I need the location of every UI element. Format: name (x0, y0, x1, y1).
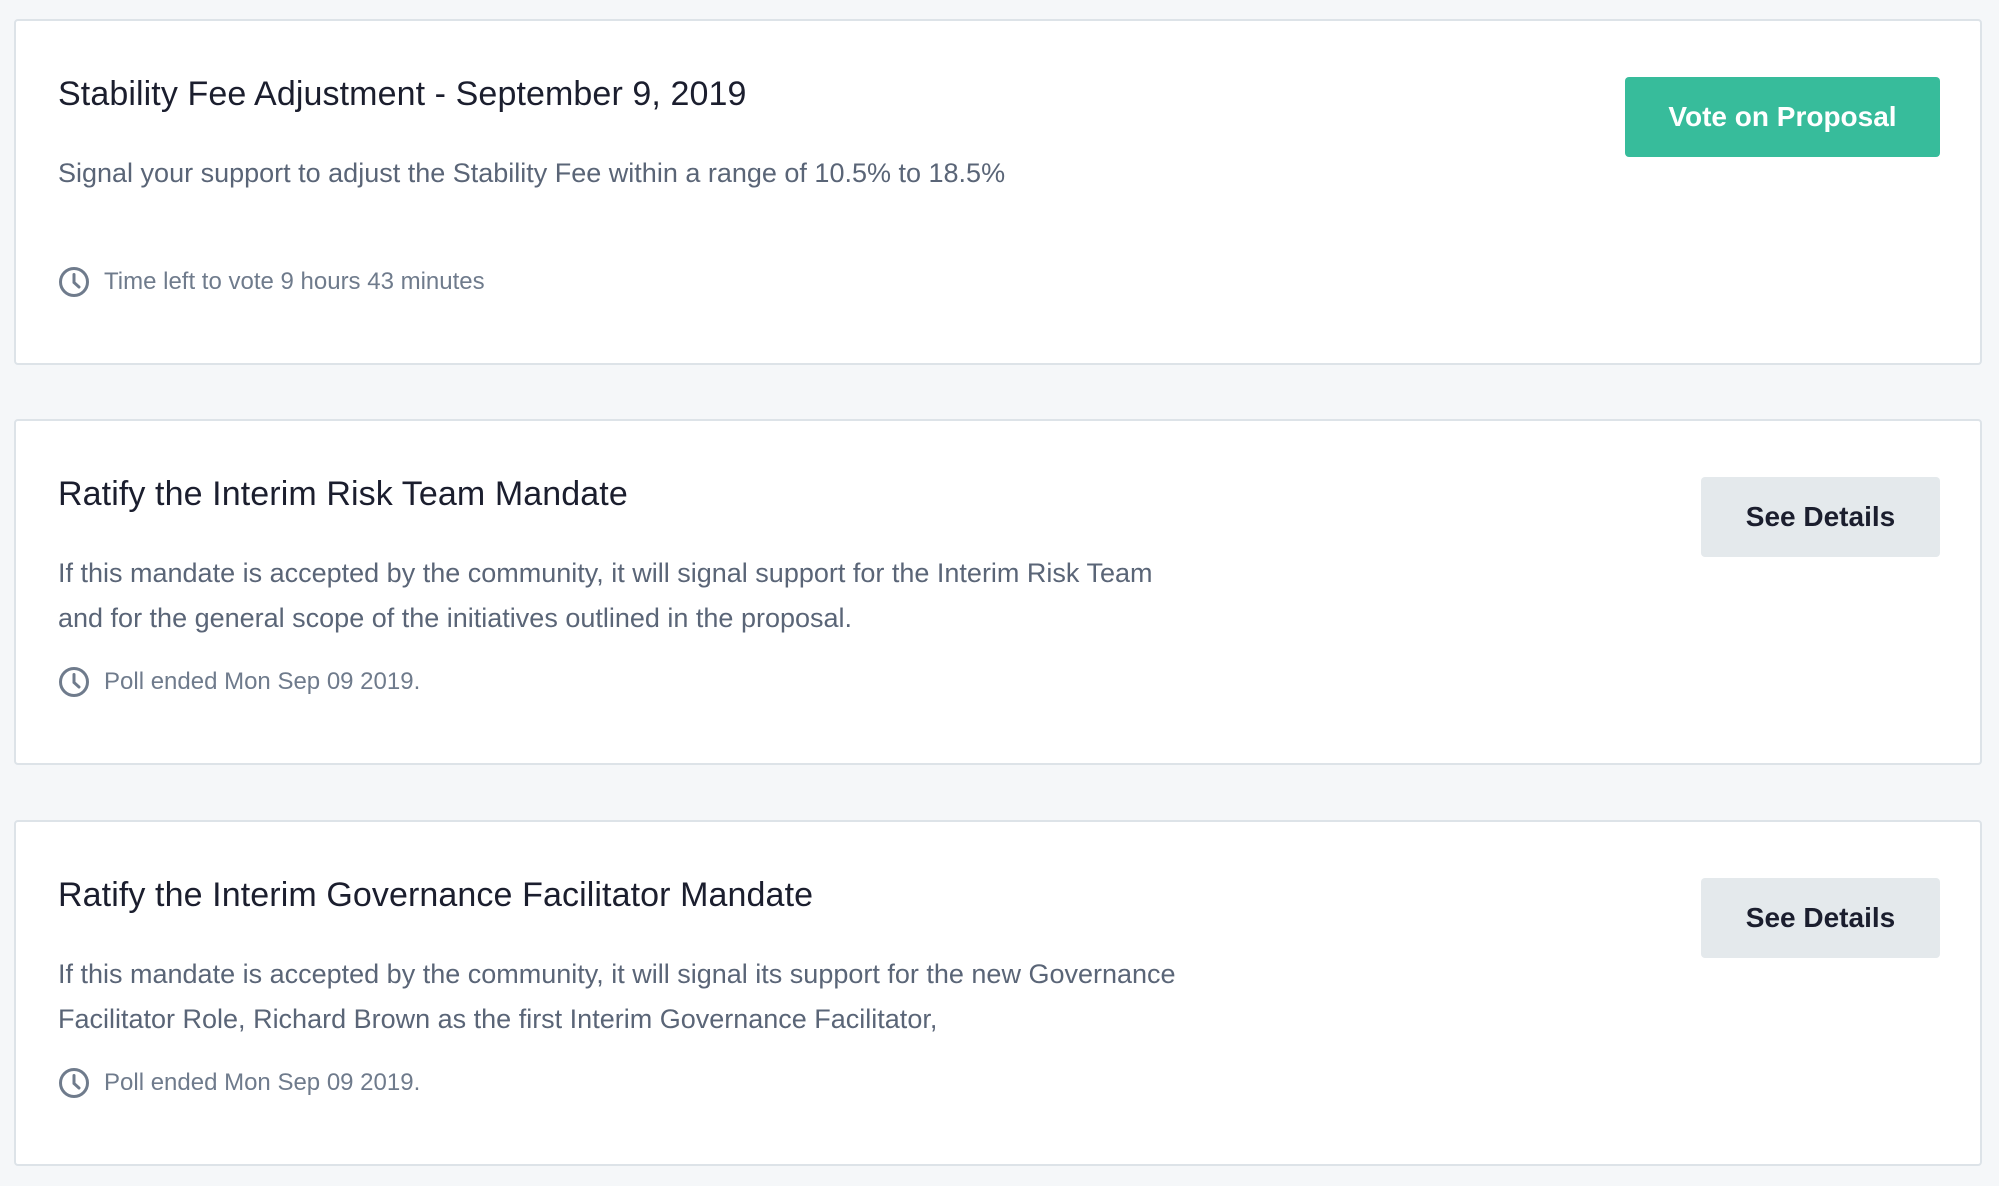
poll-status: Poll ended Mon Sep 09 2019. (58, 666, 420, 698)
see-details-button[interactable]: See Details (1701, 477, 1940, 557)
poll-status-text: Poll ended Mon Sep 09 2019. (104, 668, 421, 695)
poll-description: If this mandate is accepted by the commu… (58, 959, 1176, 1034)
poll-title: Stability Fee Adjustment - September 9, … (58, 75, 747, 113)
poll-status: Poll ended Mon Sep 09 2019. (58, 1067, 420, 1099)
poll-status-text: Poll ended Mon Sep 09 2019. (104, 1069, 421, 1096)
poll-status: Time left to vote 9 hours 43 minutes (58, 266, 485, 298)
clock-icon (58, 1067, 90, 1099)
see-details-button[interactable]: See Details (1701, 878, 1940, 958)
vote-on-proposal-button[interactable]: Vote on Proposal (1625, 77, 1940, 157)
poll-description: If this mandate is accepted by the commu… (58, 558, 1153, 633)
poll-title: Ratify the Interim Governance Facilitato… (58, 876, 814, 914)
clock-icon (58, 266, 90, 298)
poll-status-text: Time left to vote 9 hours 43 minutes (104, 268, 485, 295)
poll-title: Ratify the Interim Risk Team Mandate (58, 475, 628, 513)
poll-card: Ratify the Interim Governance Facilitato… (14, 820, 1982, 1166)
poll-description: Signal your support to adjust the Stabil… (58, 158, 1006, 188)
poll-card: Ratify the Interim Risk Team Mandate If … (14, 419, 1982, 765)
poll-card: Stability Fee Adjustment - September 9, … (14, 19, 1982, 365)
clock-icon (58, 666, 90, 698)
